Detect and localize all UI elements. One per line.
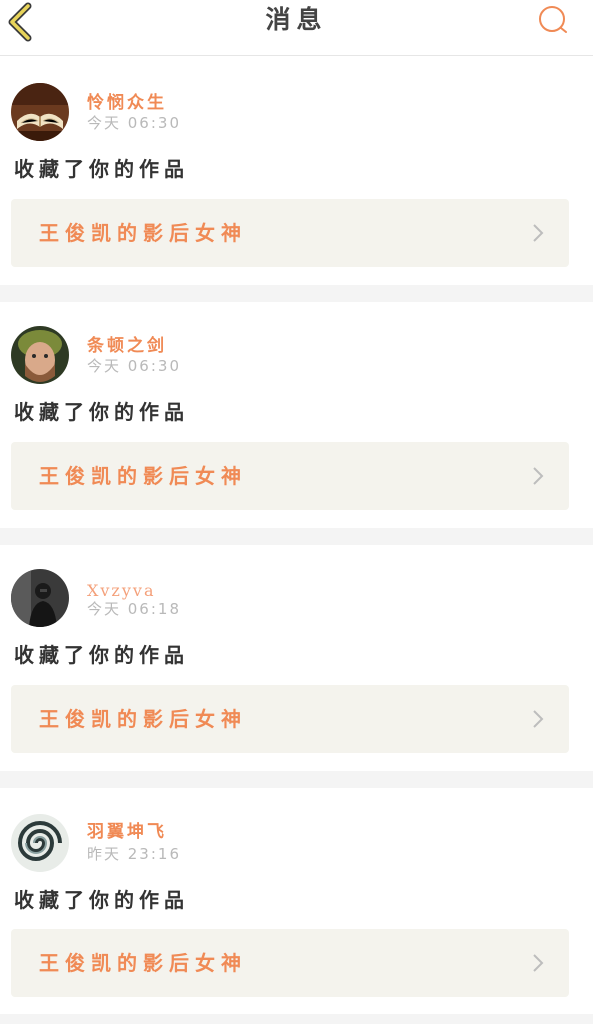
timestamp: 昨天 23:16: [87, 845, 181, 863]
work-card[interactable]: 王俊凯的影后女神: [11, 199, 569, 267]
work-title: 王俊凯的影后女神: [39, 464, 247, 488]
username[interactable]: 羽翼坤飞: [87, 821, 167, 843]
divider: [0, 285, 593, 302]
chevron-right-icon: [531, 466, 545, 486]
action-text: 收藏了你的作品: [14, 400, 189, 424]
work-card[interactable]: 王俊凯的影后女神: [11, 929, 569, 997]
chevron-right-icon: [531, 223, 545, 243]
message-item: 条顿之剑 今天 06:30 收藏了你的作品 王俊凯的影后女神: [0, 302, 593, 528]
work-title: 王俊凯的影后女神: [39, 707, 247, 731]
username[interactable]: 怜悯众生: [87, 92, 167, 114]
username[interactable]: 条顿之剑: [87, 335, 167, 357]
work-card[interactable]: 王俊凯的影后女神: [11, 442, 569, 510]
message-item: 羽翼坤飞 昨天 23:16 收藏了你的作品 王俊凯的影后女神: [0, 788, 593, 1024]
divider: [0, 771, 593, 788]
divider: [0, 1014, 593, 1024]
timestamp: 今天 06:30: [87, 114, 181, 132]
chevron-right-icon: [531, 953, 545, 973]
timestamp: 今天 06:30: [87, 357, 181, 375]
action-text: 收藏了你的作品: [14, 157, 189, 181]
chevron-right-icon: [531, 709, 545, 729]
swirl-avatar[interactable]: [11, 814, 69, 872]
top-bar: 消息: [0, 0, 593, 56]
divider: [0, 528, 593, 545]
helmet-man-avatar[interactable]: [11, 326, 69, 384]
message-item: Xvzyva 今天 06:18 收藏了你的作品 王俊凯的影后女神: [0, 545, 593, 771]
search-icon[interactable]: [537, 4, 571, 38]
work-title: 王俊凯的影后女神: [39, 951, 247, 975]
open-book-avatar[interactable]: [11, 83, 69, 141]
page-title: 消息: [265, 5, 328, 34]
action-text: 收藏了你的作品: [14, 888, 189, 912]
message-item: 怜悯众生 今天 06:30 收藏了你的作品 王俊凯的影后女神: [0, 57, 593, 285]
action-text: 收藏了你的作品: [14, 643, 189, 667]
dark-figure-avatar[interactable]: [11, 569, 69, 627]
work-title: 王俊凯的影后女神: [39, 221, 247, 245]
work-card[interactable]: 王俊凯的影后女神: [11, 685, 569, 753]
timestamp: 今天 06:18: [87, 600, 181, 618]
